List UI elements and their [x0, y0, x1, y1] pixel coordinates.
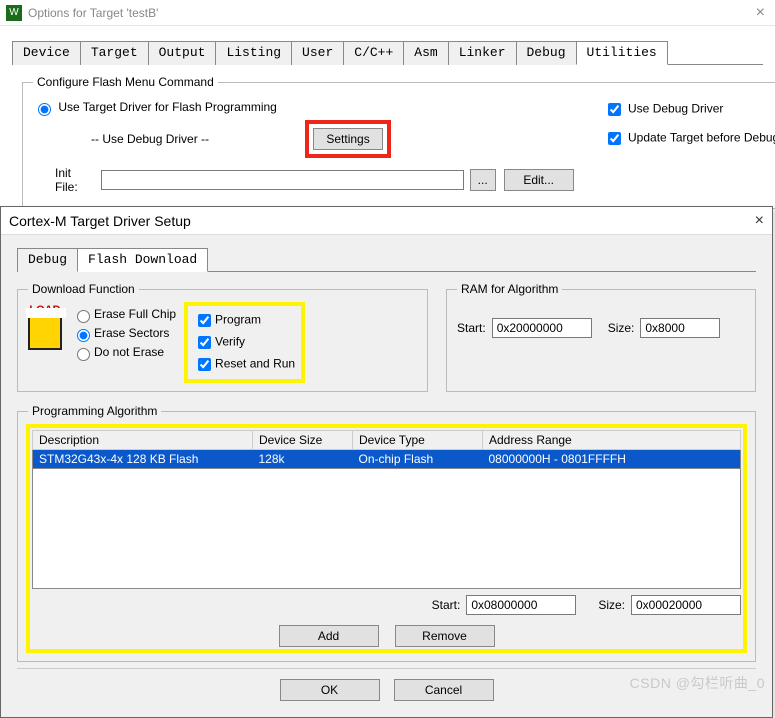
window-title: Options for Target 'testB' [28, 6, 158, 20]
radio-erase-sectors-label: Erase Sectors [94, 326, 169, 340]
tab-output[interactable]: Output [148, 41, 217, 65]
chk-update-target[interactable] [608, 132, 621, 145]
flash-menu-legend: Configure Flash Menu Command [33, 75, 218, 89]
app-icon: W [6, 5, 22, 21]
edit-button[interactable]: Edit... [504, 169, 574, 191]
radio-use-target-driver[interactable] [38, 103, 51, 116]
th-device-size[interactable]: Device Size [253, 431, 353, 450]
driver-setup-close-icon[interactable]: × [755, 212, 764, 230]
download-function-legend: Download Function [28, 282, 139, 296]
cell-size: 128k [253, 450, 353, 469]
tab-target[interactable]: Target [80, 41, 149, 65]
radio-erase-sectors[interactable] [77, 329, 90, 342]
chk-use-debug-driver[interactable] [608, 103, 621, 116]
chk-reset-run-label: Reset and Run [215, 357, 295, 371]
algorithm-legend: Programming Algorithm [28, 404, 161, 418]
options-titlebar: W Options for Target 'testB' × [0, 0, 775, 26]
algo-start-label: Start: [432, 598, 461, 612]
algo-size-input[interactable] [631, 595, 741, 615]
tab-listing[interactable]: Listing [215, 41, 292, 65]
init-file-label: Init File: [55, 166, 95, 194]
ok-button[interactable]: OK [280, 679, 380, 701]
ram-group: RAM for Algorithm Start: Size: [446, 282, 756, 392]
init-file-input[interactable] [101, 170, 464, 190]
ram-size-input[interactable] [640, 318, 720, 338]
table-row[interactable]: STM32G43x-4x 128 KB Flash 128k On-chip F… [33, 450, 741, 469]
load-icon [28, 316, 62, 350]
add-button[interactable]: Add [279, 625, 379, 647]
tab-debug2[interactable]: Debug [17, 248, 78, 272]
th-device-type[interactable]: Device Type [353, 431, 483, 450]
remove-button[interactable]: Remove [395, 625, 495, 647]
close-icon[interactable]: × [756, 4, 765, 22]
chk-program[interactable] [198, 314, 211, 327]
radio-do-not-erase[interactable] [77, 348, 90, 361]
radio-use-target-driver-label: Use Target Driver for Flash Programming [58, 100, 277, 114]
use-debug-driver-display: -- Use Debug Driver -- [91, 132, 209, 146]
algo-start-input[interactable] [466, 595, 576, 615]
radio-erase-full[interactable] [77, 310, 90, 323]
ram-start-label: Start: [457, 321, 486, 335]
cancel-button[interactable]: Cancel [394, 679, 494, 701]
chk-use-debug-driver-label: Use Debug Driver [628, 102, 723, 116]
algo-size-label: Size: [598, 598, 625, 612]
flash-menu-group: Configure Flash Menu Command Use Target … [22, 75, 775, 209]
driver-setup-dialog: Cortex-M Target Driver Setup × Debug Fla… [0, 206, 773, 718]
options-panel: Configure Flash Menu Command Use Target … [0, 65, 775, 219]
chk-verify[interactable] [198, 336, 211, 349]
chk-reset-run[interactable] [198, 358, 211, 371]
driver-setup-title: Cortex-M Target Driver Setup [9, 213, 191, 229]
th-description[interactable]: Description [33, 431, 253, 450]
download-function-group: Download Function LOAD Erase Full Chip E… [17, 282, 428, 392]
algorithm-table[interactable]: Description Device Size Device Type Addr… [32, 430, 741, 469]
tab-ccpp[interactable]: C/C++ [343, 41, 404, 65]
th-addr-range[interactable]: Address Range [483, 431, 741, 450]
settings-button[interactable]: Settings [313, 128, 383, 150]
tab-asm[interactable]: Asm [403, 41, 448, 65]
chk-program-label: Program [215, 313, 261, 327]
radio-erase-full-label: Erase Full Chip [94, 307, 176, 321]
ram-legend: RAM for Algorithm [457, 282, 562, 296]
algorithm-empty-area [32, 469, 741, 589]
cell-desc: STM32G43x-4x 128 KB Flash [33, 450, 253, 469]
chk-verify-label: Verify [215, 335, 245, 349]
ram-start-input[interactable] [492, 318, 592, 338]
tab-debug[interactable]: Debug [516, 41, 577, 65]
dialog-button-bar: OK Cancel [17, 668, 756, 705]
cell-type: On-chip Flash [353, 450, 483, 469]
options-tabstrip: Device Target Output Listing User C/C++ … [12, 40, 763, 65]
algorithm-group: Programming Algorithm Description Device… [17, 404, 756, 662]
radio-do-not-erase-label: Do not Erase [94, 345, 164, 359]
chk-update-target-label: Update Target before Debugging [628, 131, 775, 145]
tab-linker[interactable]: Linker [448, 41, 517, 65]
driver-tabstrip: Debug Flash Download [17, 247, 756, 272]
cell-range: 08000000H - 0801FFFFH [483, 450, 741, 469]
ram-size-label: Size: [608, 321, 635, 335]
browse-button[interactable]: ... [470, 169, 496, 191]
tab-user[interactable]: User [291, 41, 344, 65]
tab-utilities[interactable]: Utilities [576, 41, 668, 65]
driver-setup-titlebar: Cortex-M Target Driver Setup × [1, 207, 772, 235]
tab-device[interactable]: Device [12, 41, 81, 65]
tab-flash-download[interactable]: Flash Download [77, 248, 208, 272]
